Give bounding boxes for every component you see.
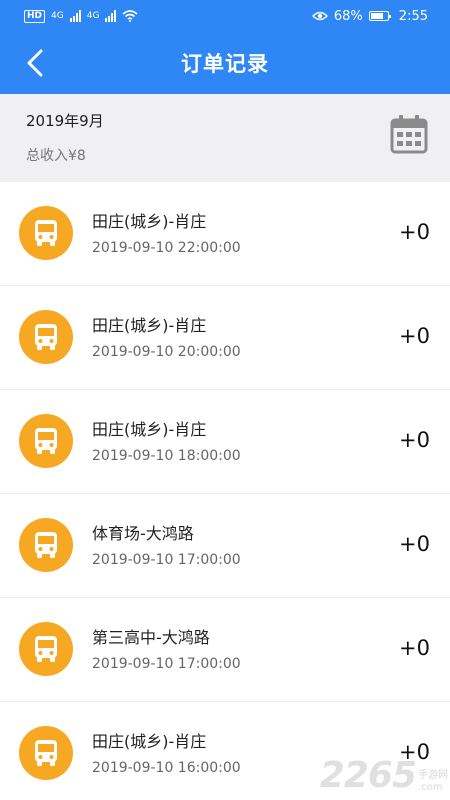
order-row[interactable]: 田庄(城乡)-肖庄 2019-09-10 22:00:00 +0 bbox=[0, 182, 450, 286]
order-row[interactable]: 田庄(城乡)-肖庄 2019-09-10 18:00:00 +0 bbox=[0, 390, 450, 494]
order-row[interactable]: 田庄(城乡)-肖庄 2019-09-10 20:00:00 +0 bbox=[0, 286, 450, 390]
chevron-left-icon bbox=[27, 49, 43, 77]
app-header: 订单记录 bbox=[0, 32, 450, 94]
order-route: 田庄(城乡)-肖庄 bbox=[92, 212, 207, 231]
summary-panel: 2019年9月 总收入¥8 bbox=[0, 94, 450, 182]
order-amount: +0 bbox=[399, 532, 430, 556]
order-row[interactable]: 第三高中-大鸿路 2019-09-10 17:00:00 +0 bbox=[0, 598, 450, 702]
bus-icon bbox=[19, 726, 73, 780]
bus-icon bbox=[19, 206, 73, 260]
order-route: 第三高中-大鸿路 bbox=[92, 628, 210, 647]
order-time: 2019-09-10 17:00:00 bbox=[92, 656, 241, 672]
signal-label-1: 4G bbox=[51, 11, 64, 21]
battery-percent: 68% bbox=[333, 8, 363, 24]
order-time: 2019-09-10 17:00:00 bbox=[92, 552, 241, 568]
page-title: 订单记录 bbox=[181, 52, 269, 76]
order-amount: +0 bbox=[399, 428, 430, 452]
watermark-number: 2265 bbox=[319, 755, 417, 796]
order-route: 田庄(城乡)-肖庄 bbox=[92, 316, 207, 335]
order-time: 2019-09-10 20:00:00 bbox=[92, 344, 241, 360]
order-time: 2019-09-10 18:00:00 bbox=[92, 448, 241, 464]
watermark: 2265 手游网 .com bbox=[320, 758, 448, 794]
total-income: 总收入¥8 bbox=[26, 148, 86, 164]
order-amount: +0 bbox=[399, 220, 430, 244]
status-bar: HD 4G 4G 68% 2:55 bbox=[0, 0, 450, 32]
status-left: HD 4G 4G bbox=[24, 9, 138, 23]
status-right: 68% 2:55 bbox=[311, 8, 428, 24]
bus-icon bbox=[19, 414, 73, 468]
watermark-line2: .com bbox=[418, 782, 443, 793]
calendar-icon bbox=[390, 115, 428, 154]
bus-icon bbox=[19, 518, 73, 572]
order-row[interactable]: 体育场-大鸿路 2019-09-10 17:00:00 +0 bbox=[0, 494, 450, 598]
watermark-side: 手游网 .com bbox=[418, 770, 448, 794]
signal-icon-2 bbox=[105, 10, 117, 22]
back-button[interactable] bbox=[18, 46, 52, 80]
order-list: 田庄(城乡)-肖庄 2019-09-10 22:00:00 +0 田庄(城乡)-… bbox=[0, 182, 450, 800]
order-amount: +0 bbox=[399, 324, 430, 348]
watermark-line1: 手游网 bbox=[418, 770, 448, 781]
order-route: 体育场-大鸿路 bbox=[92, 524, 194, 543]
signal-label-2: 4G bbox=[86, 11, 100, 21]
eye-icon bbox=[311, 11, 328, 21]
order-time: 2019-09-10 16:00:00 bbox=[92, 760, 241, 776]
order-time: 2019-09-10 22:00:00 bbox=[92, 240, 241, 256]
clock: 2:55 bbox=[398, 8, 428, 24]
hd-badge: HD bbox=[24, 9, 46, 23]
month-label: 2019年9月 bbox=[26, 112, 104, 130]
bus-icon bbox=[19, 622, 73, 676]
bus-icon bbox=[19, 310, 73, 364]
battery-icon bbox=[368, 11, 391, 21]
order-route: 田庄(城乡)-肖庄 bbox=[92, 420, 207, 439]
signal-icon bbox=[69, 10, 81, 22]
calendar-button[interactable] bbox=[390, 114, 428, 154]
order-amount: +0 bbox=[399, 636, 430, 660]
order-route: 田庄(城乡)-肖庄 bbox=[92, 732, 207, 751]
wifi-icon bbox=[122, 10, 138, 22]
